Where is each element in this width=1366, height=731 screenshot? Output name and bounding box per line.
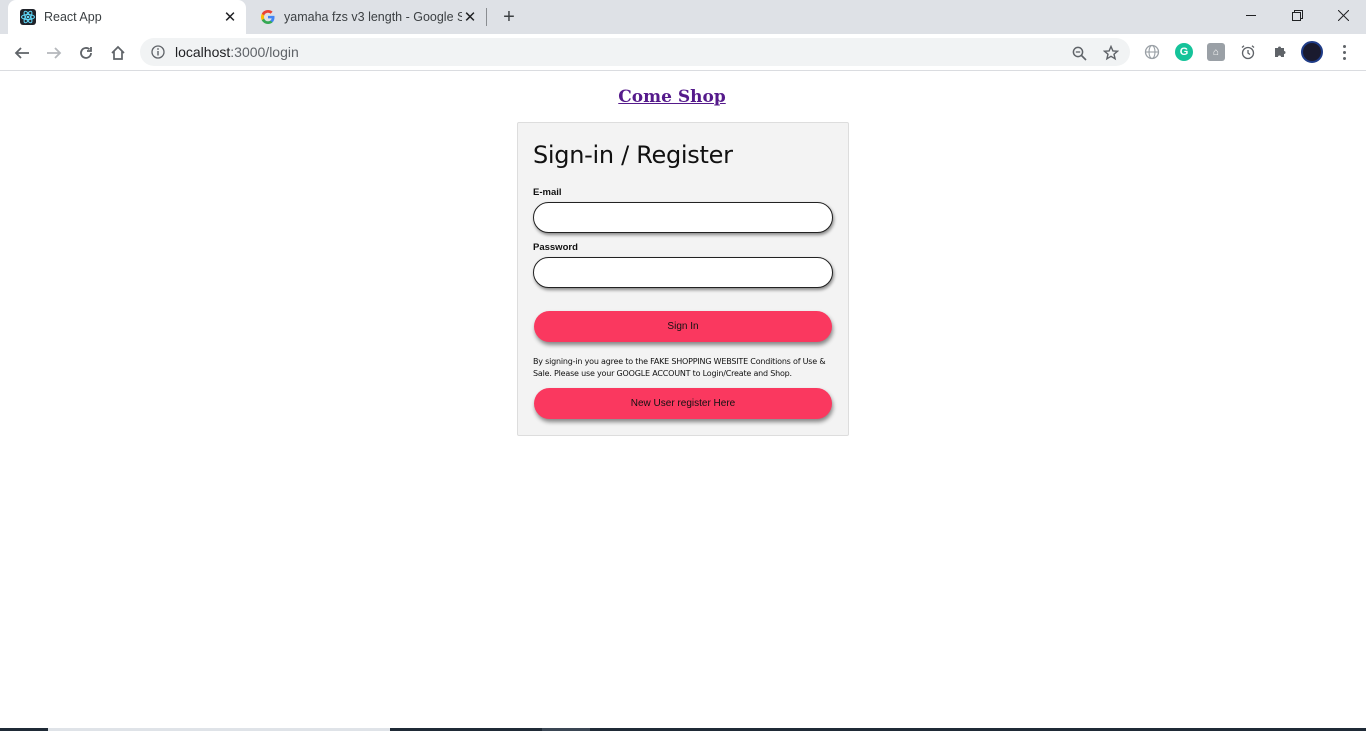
back-icon[interactable] bbox=[8, 39, 36, 67]
email-field[interactable] bbox=[533, 202, 833, 233]
page-viewport: Come Shop Sign-in / Register E-mail Pass… bbox=[0, 71, 1366, 728]
tab-google-search[interactable]: yamaha fzs v3 length - Google Se ✕ bbox=[248, 0, 486, 34]
url-text: localhost:3000/login bbox=[175, 44, 1130, 60]
url-path: :3000/login bbox=[230, 44, 299, 60]
tab-separator bbox=[486, 8, 487, 26]
grammarly-icon[interactable]: G bbox=[1175, 43, 1193, 61]
url-host: localhost bbox=[175, 44, 231, 60]
google-icon bbox=[260, 9, 276, 25]
tab-react-app[interactable]: React App ✕ bbox=[8, 0, 246, 34]
tab-title: yamaha fzs v3 length - Google Se bbox=[284, 10, 462, 24]
address-bar[interactable]: localhost:3000/login bbox=[140, 38, 1130, 66]
login-card: Sign-in / Register E-mail Password Sign … bbox=[517, 122, 849, 436]
forward-icon[interactable] bbox=[40, 39, 68, 67]
menu-icon[interactable] bbox=[1334, 42, 1354, 62]
bookmark-star-icon[interactable] bbox=[1102, 44, 1120, 62]
globe-icon[interactable] bbox=[1143, 43, 1161, 61]
profile-avatar[interactable] bbox=[1301, 41, 1323, 63]
info-icon[interactable] bbox=[150, 44, 166, 60]
restore-icon[interactable] bbox=[1274, 0, 1320, 30]
browser-toolbar: localhost:3000/login G ⌂ bbox=[0, 34, 1366, 71]
close-window-icon[interactable] bbox=[1320, 0, 1366, 30]
password-field[interactable] bbox=[533, 257, 833, 288]
puzzle-icon[interactable] bbox=[1271, 43, 1289, 61]
home-icon[interactable] bbox=[104, 39, 132, 67]
alarm-icon[interactable] bbox=[1239, 43, 1257, 61]
login-heading: Sign-in / Register bbox=[533, 141, 733, 169]
email-label: E-mail bbox=[533, 187, 562, 198]
register-button[interactable]: New User register Here bbox=[534, 388, 832, 419]
close-tab-icon[interactable]: ✕ bbox=[462, 9, 478, 26]
react-icon bbox=[20, 9, 36, 25]
brand-link[interactable]: Come Shop bbox=[0, 87, 1344, 107]
password-label: Password bbox=[533, 242, 578, 253]
minimize-icon[interactable] bbox=[1228, 0, 1274, 30]
tab-title: React App bbox=[44, 10, 102, 24]
zoom-icon[interactable] bbox=[1070, 44, 1088, 62]
sign-in-button[interactable]: Sign In bbox=[534, 311, 832, 342]
new-tab-icon[interactable]: + bbox=[498, 6, 520, 28]
tool-icon[interactable]: ⌂ bbox=[1207, 43, 1225, 61]
reload-icon[interactable] bbox=[72, 39, 100, 67]
terms-text: By signing-in you agree to the FAKE SHOP… bbox=[533, 357, 826, 378]
browser-tabstrip: React App ✕ yamaha fzs v3 length - Googl… bbox=[0, 0, 1366, 34]
close-tab-icon[interactable]: ✕ bbox=[222, 9, 238, 26]
